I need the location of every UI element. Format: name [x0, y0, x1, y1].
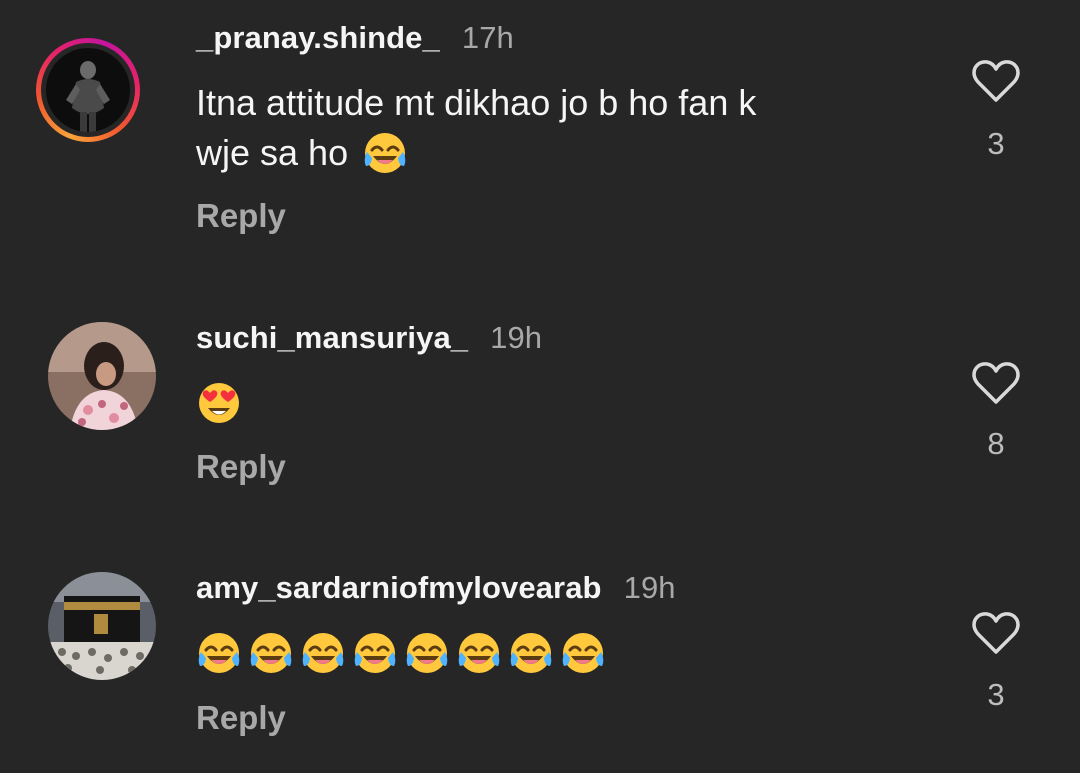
timestamp: 19h	[623, 570, 676, 605]
reply-button[interactable]: Reply	[196, 699, 286, 737]
heart-outline-icon[interactable]	[970, 360, 1022, 406]
comment-header: _pranay.shinde_ 17h	[196, 20, 514, 56]
username[interactable]: suchi_mansuriya_	[196, 320, 468, 355]
comment-header: amy_sardarniofmylovearab 19h	[196, 570, 676, 606]
face-with-tears-of-joy-icon	[458, 633, 500, 673]
face-with-tears-of-joy-icon	[198, 633, 240, 673]
face-with-tears-of-joy-icon	[406, 633, 448, 673]
timestamp: 17h	[461, 20, 514, 55]
timestamp: 19h	[490, 320, 543, 355]
comment-text	[196, 630, 606, 676]
face-with-tears-of-joy-icon	[510, 633, 552, 673]
face-with-tears-of-joy-icon	[562, 633, 604, 673]
heart-outline-icon[interactable]	[970, 610, 1022, 656]
avatar[interactable]	[48, 572, 156, 680]
heart-outline-icon[interactable]	[970, 58, 1022, 104]
reply-button[interactable]: Reply	[196, 448, 286, 486]
reply-button[interactable]: Reply	[196, 197, 286, 235]
comment-line: Itna attitude mt dikhao jo b ho fan k	[196, 82, 757, 123]
comment-text	[196, 380, 242, 426]
like-count: 3	[987, 126, 1005, 161]
comment-text: Itna attitude mt dikhao jo b ho fan k wj…	[196, 78, 896, 178]
face-with-tears-of-joy-icon	[250, 633, 292, 673]
face-with-tears-of-joy-icon	[302, 633, 344, 673]
avatar[interactable]	[46, 48, 130, 132]
comment-line: wje sa ho	[196, 132, 349, 173]
smiling-face-with-heart-eyes-icon	[199, 383, 239, 423]
comments-list: _pranay.shinde_ 17h Itna attitude mt dikh…	[0, 0, 1080, 773]
like-count: 3	[987, 677, 1005, 712]
comment-header: suchi_mansuriya_ 19h	[196, 320, 542, 356]
face-with-tears-of-joy-icon	[354, 633, 396, 673]
username[interactable]: _pranay.shinde_	[196, 20, 440, 55]
face-with-tears-of-joy-icon	[364, 133, 406, 173]
avatar[interactable]	[48, 322, 156, 430]
username[interactable]: amy_sardarniofmylovearab	[196, 570, 602, 605]
like-count: 8	[987, 426, 1005, 461]
